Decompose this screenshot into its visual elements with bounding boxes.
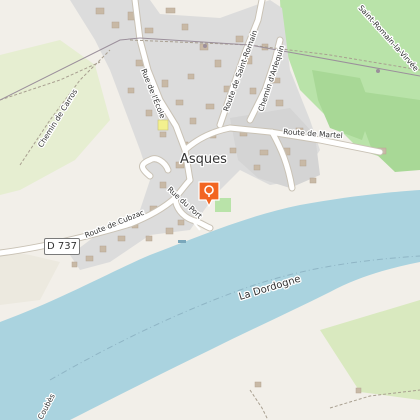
- location-pin-icon[interactable]: [197, 180, 221, 208]
- town-label: Asques: [180, 152, 227, 167]
- map-view[interactable]: Asques La Dordogne Rue de l'École Route …: [0, 0, 420, 420]
- church-icon: [157, 119, 169, 131]
- route-badge: D 737: [44, 238, 80, 255]
- map-canvas: Asques La Dordogne Rue de l'École Route …: [0, 0, 420, 420]
